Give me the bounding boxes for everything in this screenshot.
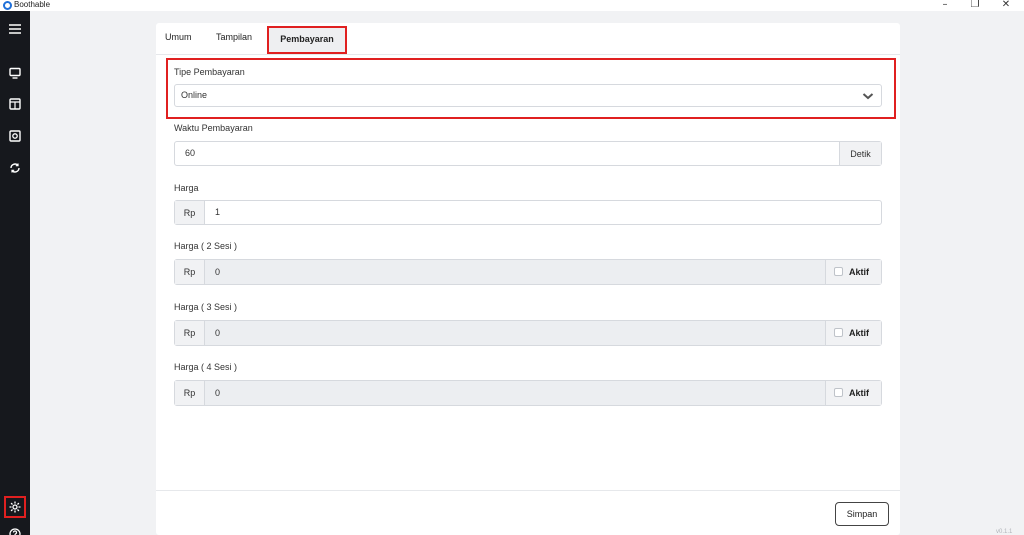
tipe-pembayaran-label: Tipe Pembayaran bbox=[174, 67, 245, 77]
detik-suffix: Detik bbox=[839, 142, 881, 165]
sidebar-item-camera[interactable] bbox=[4, 125, 26, 147]
harga-4-prefix: Rp bbox=[175, 381, 205, 405]
harga-3-prefix: Rp bbox=[175, 321, 205, 345]
restore-button[interactable]: ❐ bbox=[960, 0, 990, 11]
app-title: Boothable bbox=[14, 0, 51, 9]
waktu-pembayaran-field[interactable]: 60 Detik bbox=[174, 141, 882, 166]
sidebar-item-help[interactable] bbox=[4, 523, 26, 535]
aktif-toggle-4[interactable]: Aktif bbox=[825, 381, 881, 405]
aktif-checkbox-4[interactable] bbox=[834, 388, 843, 397]
sidebar-item-layout[interactable] bbox=[4, 93, 26, 115]
aktif-toggle-2[interactable]: Aktif bbox=[825, 260, 881, 284]
gear-icon bbox=[9, 501, 21, 513]
sidebar bbox=[0, 11, 30, 535]
harga-prefix: Rp bbox=[175, 201, 205, 224]
rp-label: Rp bbox=[183, 328, 196, 338]
aktif-label-2: Aktif bbox=[849, 267, 869, 277]
sidebar-item-settings[interactable] bbox=[4, 496, 26, 518]
harga-3-sesi-value: 0 bbox=[215, 328, 221, 338]
aktif-label-3: Aktif bbox=[849, 328, 869, 338]
version-label: v0.1.1 bbox=[996, 529, 1013, 535]
chevron-down-icon bbox=[862, 93, 874, 100]
monitor-icon bbox=[9, 67, 21, 79]
save-button[interactable]: Simpan bbox=[835, 502, 889, 526]
harga-3-sesi-label: Harga ( 3 Sesi ) bbox=[174, 302, 238, 312]
harga-3-sesi-field[interactable]: Rp 0 Aktif bbox=[174, 320, 882, 346]
sidebar-item-sync[interactable] bbox=[4, 157, 26, 179]
tab-umum[interactable]: Umum bbox=[165, 32, 192, 42]
harga-2-sesi-label: Harga ( 2 Sesi ) bbox=[174, 241, 238, 251]
harga-label: Harga bbox=[174, 183, 199, 193]
aktif-label-4: Aktif bbox=[849, 388, 869, 398]
title-bar: Boothable – ❐ ✕ bbox=[0, 0, 1024, 11]
footer-divider bbox=[156, 490, 900, 491]
rp-label: Rp bbox=[183, 267, 196, 277]
harga-2-sesi-value: 0 bbox=[215, 267, 221, 277]
harga-2-prefix: Rp bbox=[175, 260, 205, 284]
tipe-pembayaran-value: Online bbox=[181, 90, 208, 100]
app-logo-icon bbox=[3, 1, 12, 10]
rp-label: Rp bbox=[183, 208, 196, 218]
minimize-button[interactable]: – bbox=[930, 0, 960, 11]
aktif-toggle-3[interactable]: Aktif bbox=[825, 321, 881, 345]
tipe-pembayaran-select[interactable]: Online bbox=[174, 84, 882, 107]
aktif-checkbox-2[interactable] bbox=[834, 267, 843, 276]
menu-icon bbox=[9, 24, 21, 34]
harga-value: 1 bbox=[215, 207, 221, 217]
waktu-pembayaran-value: 60 bbox=[185, 148, 196, 158]
camera-icon bbox=[9, 130, 21, 142]
waktu-pembayaran-label: Waktu Pembayaran bbox=[174, 123, 253, 133]
help-icon bbox=[9, 528, 21, 535]
tab-bar: Umum Tampilan Pembayaran bbox=[156, 23, 900, 55]
sidebar-menu-button[interactable] bbox=[4, 18, 26, 40]
close-button[interactable]: ✕ bbox=[991, 0, 1021, 11]
aktif-checkbox-3[interactable] bbox=[834, 328, 843, 337]
sidebar-item-monitor[interactable] bbox=[4, 62, 26, 84]
harga-4-sesi-label: Harga ( 4 Sesi ) bbox=[174, 362, 238, 372]
harga-field[interactable]: Rp 1 bbox=[174, 200, 882, 225]
tab-tampilan[interactable]: Tampilan bbox=[216, 32, 252, 42]
rp-label: Rp bbox=[183, 388, 196, 398]
detik-label: Detik bbox=[850, 149, 871, 159]
harga-4-sesi-value: 0 bbox=[215, 388, 221, 398]
harga-2-sesi-field[interactable]: Rp 0 Aktif bbox=[174, 259, 882, 285]
tab-pembayaran[interactable]: Pembayaran bbox=[267, 26, 347, 54]
harga-4-sesi-field[interactable]: Rp 0 Aktif bbox=[174, 380, 882, 406]
layout-icon bbox=[9, 98, 21, 110]
sync-icon bbox=[10, 163, 20, 173]
